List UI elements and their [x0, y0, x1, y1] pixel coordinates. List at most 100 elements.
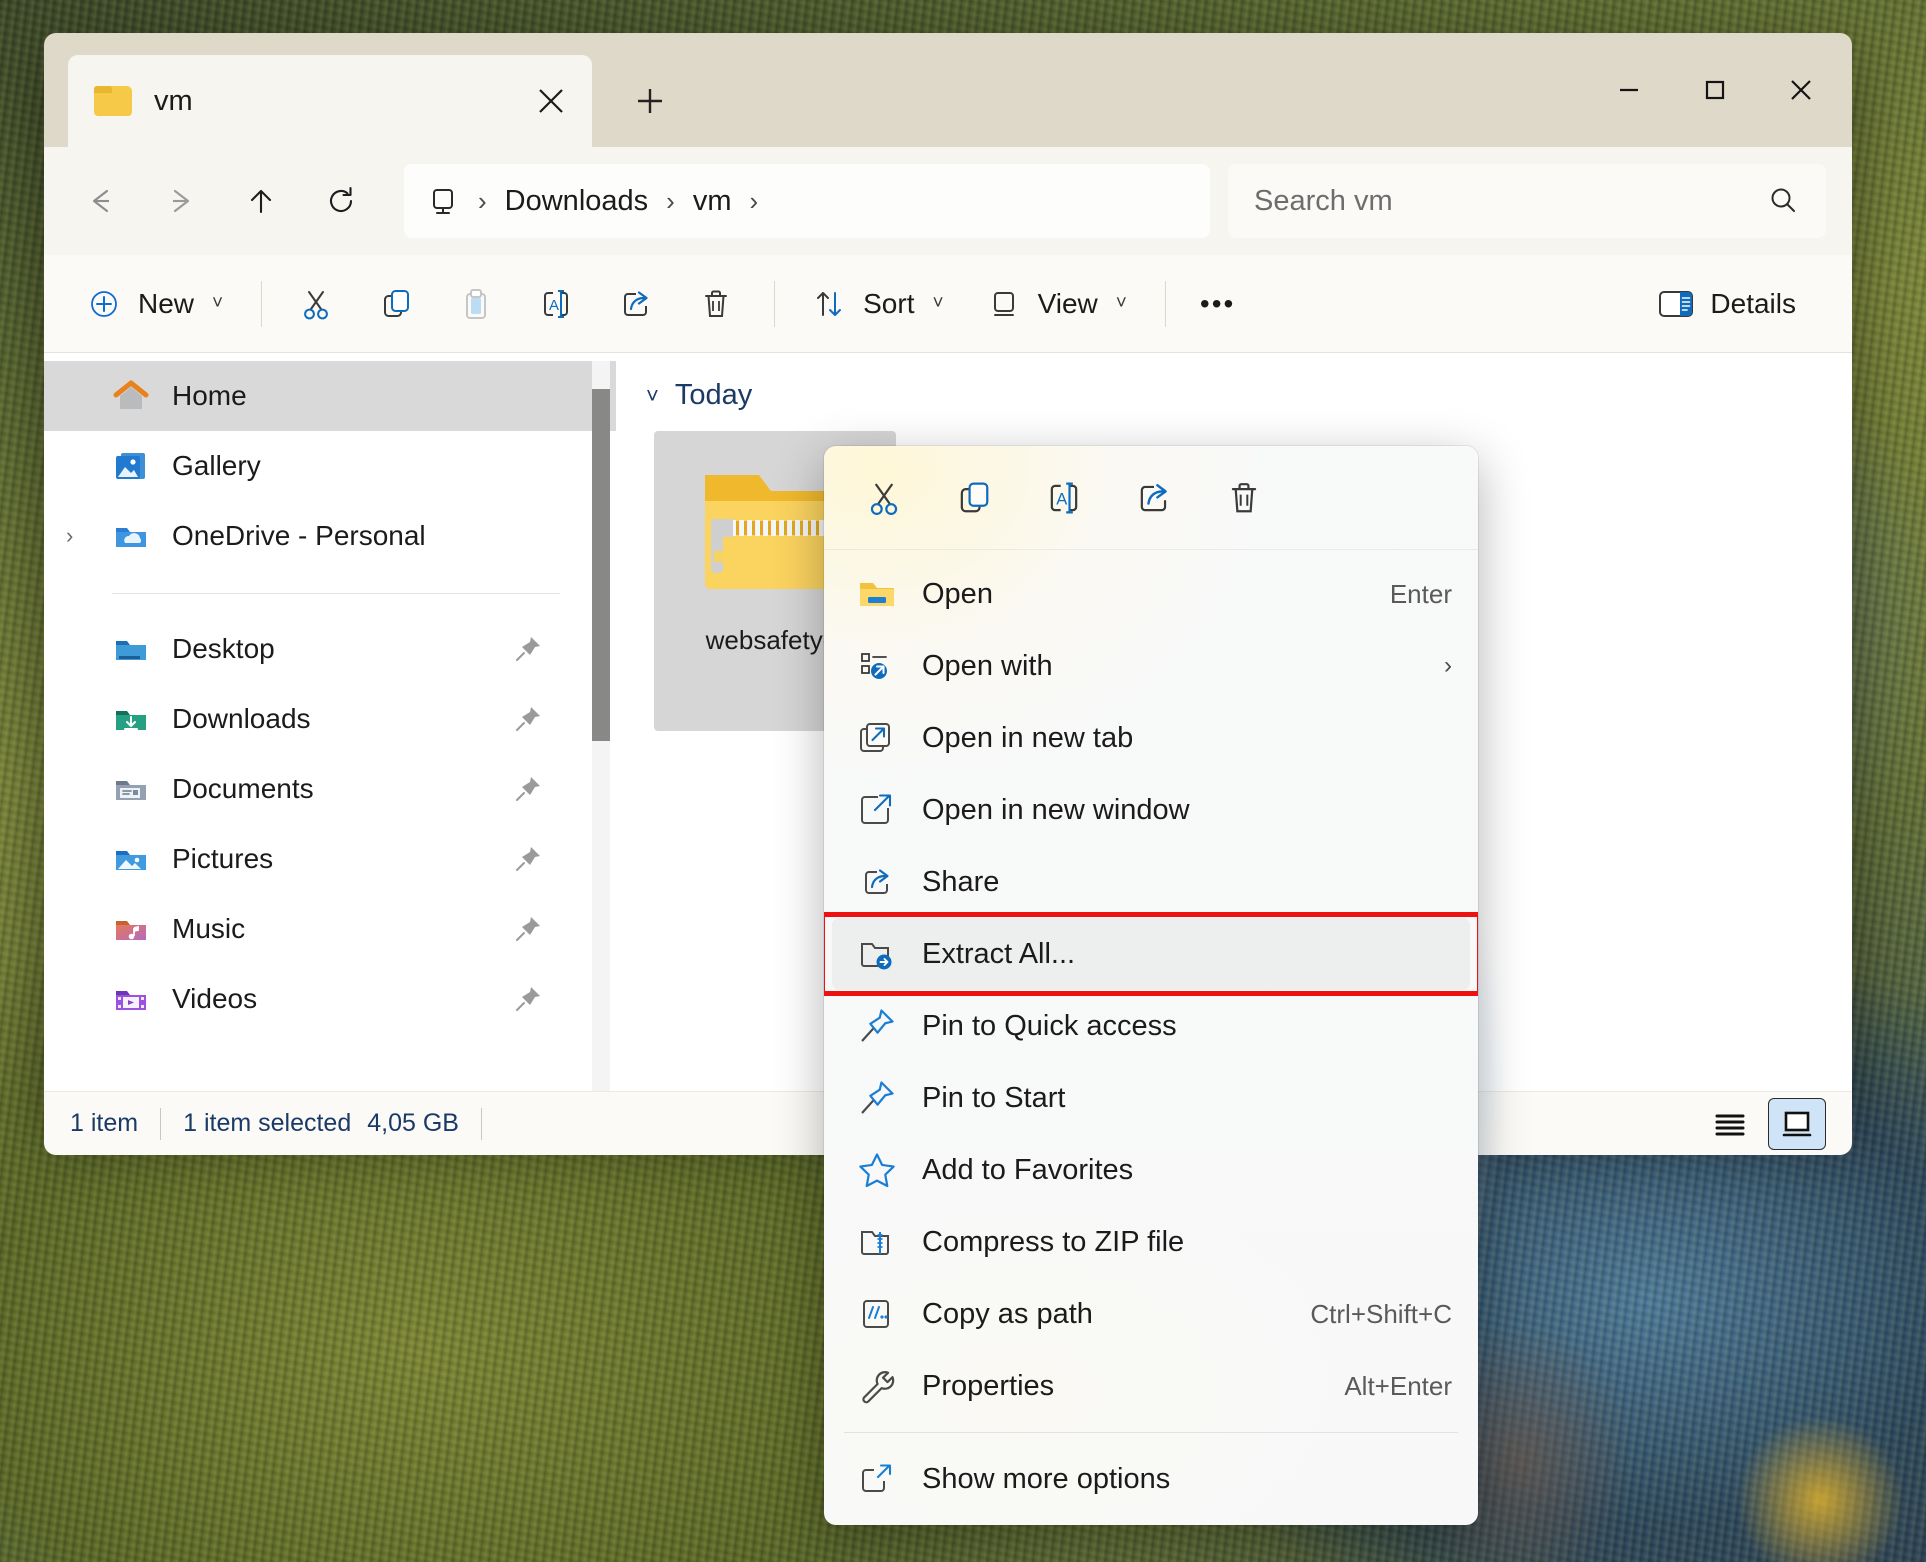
- up-button[interactable]: [230, 170, 292, 232]
- context-menu-items: Open Enter Open with › Open in new tab O…: [824, 550, 1478, 1525]
- refresh-button[interactable]: [310, 170, 372, 232]
- divider: [160, 1107, 162, 1140]
- view-button[interactable]: View ˅: [966, 273, 1145, 335]
- details-pane-button[interactable]: Details: [1638, 273, 1814, 335]
- more-options-button[interactable]: •••: [1182, 273, 1253, 335]
- sidebar-item-pictures[interactable]: Pictures: [44, 824, 616, 894]
- search-box[interactable]: Search vm: [1228, 164, 1826, 238]
- chevron-right-icon[interactable]: ›: [66, 523, 73, 549]
- sidebar-label: Videos: [172, 983, 258, 1014]
- menu-item-open-in-new-tab[interactable]: Open in new tab: [832, 702, 1470, 774]
- new-tab-icon: [854, 715, 900, 761]
- rename-button[interactable]: A: [1020, 462, 1108, 534]
- forward-button[interactable]: [150, 170, 212, 232]
- context-menu-toolbar: A: [824, 446, 1478, 550]
- menu-item-label: Share: [922, 865, 1000, 898]
- chevron-down-icon[interactable]: ˅: [646, 383, 659, 409]
- chevron-down-icon: ˅: [212, 292, 224, 314]
- details-pane-icon: [1656, 284, 1696, 324]
- sidebar-item-gallery[interactable]: Gallery: [44, 431, 616, 501]
- sidebar-item-music[interactable]: Music: [44, 894, 616, 964]
- menu-item-label: Open: [922, 577, 993, 610]
- tab-vm[interactable]: vm: [68, 55, 592, 147]
- menu-item-open-in-new-window[interactable]: Open in new window: [832, 774, 1470, 846]
- sidebar-label: Music: [172, 913, 246, 944]
- menu-item-pin-to-quick-access[interactable]: Pin to Quick access: [832, 990, 1470, 1062]
- sidebar-item-downloads[interactable]: Downloads: [44, 684, 616, 754]
- sidebar-item-onedrive[interactable]: › OneDrive - Personal: [44, 501, 616, 571]
- back-button[interactable]: [70, 170, 132, 232]
- menu-item-extract-all[interactable]: Extract All...: [832, 918, 1470, 990]
- share-button[interactable]: [598, 273, 674, 335]
- sort-button[interactable]: Sort ˅: [791, 273, 961, 335]
- sidebar-item-documents[interactable]: Documents: [44, 754, 616, 824]
- copy-button[interactable]: [930, 462, 1018, 534]
- maximize-icon[interactable]: [1672, 47, 1758, 133]
- minimize-icon[interactable]: [1586, 47, 1672, 133]
- address-bar[interactable]: › Downloads › vm ›: [404, 164, 1210, 238]
- pin-icon: [854, 1003, 900, 1049]
- pin-icon: [512, 703, 544, 735]
- share-button[interactable]: [1110, 462, 1198, 534]
- breadcrumb-separator: ›: [666, 185, 675, 216]
- home-icon: [112, 379, 150, 413]
- search-placeholder: Search vm: [1254, 184, 1393, 217]
- menu-item-share[interactable]: Share: [832, 846, 1470, 918]
- tile-view-icon[interactable]: [1768, 1097, 1826, 1150]
- sidebar-item-desktop[interactable]: Desktop: [44, 614, 616, 684]
- ellipsis-icon: •••: [1199, 287, 1236, 319]
- pin-icon: [512, 913, 544, 945]
- scissors-icon: [296, 284, 336, 324]
- sidebar-item-videos[interactable]: Videos: [44, 964, 616, 1034]
- pin-icon: [512, 773, 544, 805]
- divider: [480, 1107, 482, 1140]
- delete-button[interactable]: [1200, 462, 1288, 534]
- this-pc-icon[interactable]: [424, 182, 462, 220]
- menu-item-show-more-options[interactable]: Show more options: [832, 1443, 1470, 1515]
- menu-item-accelerator: Enter: [1389, 578, 1452, 609]
- delete-button[interactable]: [678, 273, 754, 335]
- sidebar-label: Gallery: [172, 450, 261, 481]
- menu-item-open[interactable]: Open Enter: [832, 558, 1470, 630]
- sidebar-label: Pictures: [172, 843, 274, 874]
- menu-item-compress-to-zip[interactable]: Compress to ZIP file: [832, 1206, 1470, 1278]
- pictures-folder-icon: [112, 842, 150, 876]
- new-label: New: [138, 287, 195, 319]
- breadcrumb-vm[interactable]: vm: [685, 181, 740, 222]
- menu-item-properties[interactable]: Properties Alt+Enter: [832, 1350, 1470, 1422]
- view-icon: [984, 284, 1024, 324]
- menu-item-open-with[interactable]: Open with ›: [832, 630, 1470, 702]
- rename-button[interactable]: A: [518, 273, 594, 335]
- list-view-icon[interactable]: [1702, 1099, 1758, 1149]
- menu-item-label: Open in new window: [922, 793, 1190, 826]
- folder-icon: [94, 86, 132, 116]
- cut-button[interactable]: [278, 273, 354, 335]
- divider: [774, 280, 776, 327]
- menu-item-add-to-favorites[interactable]: Add to Favorites: [832, 1134, 1470, 1206]
- pin-icon: [512, 843, 544, 875]
- new-button[interactable]: New ˅: [66, 273, 241, 335]
- group-header-today[interactable]: ˅ Today: [646, 379, 1852, 412]
- details-label: Details: [1710, 287, 1796, 319]
- star-icon: [854, 1147, 900, 1193]
- tab-label: vm: [154, 84, 193, 117]
- divider: [112, 593, 560, 594]
- chevron-down-icon: ˅: [932, 292, 944, 314]
- breadcrumb-downloads[interactable]: Downloads: [497, 181, 656, 222]
- paste-button[interactable]: [438, 273, 514, 335]
- menu-item-copy-as-path[interactable]: Copy as path Ctrl+Shift+C: [832, 1278, 1470, 1350]
- downloads-folder-icon: [112, 702, 150, 736]
- new-tab-button[interactable]: [622, 73, 678, 129]
- chevron-down-icon: ˅: [1115, 292, 1127, 314]
- menu-item-accelerator: Alt+Enter: [1344, 1370, 1452, 1401]
- sidebar-scrollbar-thumb[interactable]: [592, 389, 610, 741]
- window-close-icon[interactable]: [1758, 47, 1844, 133]
- close-icon[interactable]: [528, 78, 574, 124]
- cut-button[interactable]: [840, 462, 928, 534]
- sidebar-item-home[interactable]: Home: [44, 361, 616, 431]
- divider: [844, 1432, 1458, 1433]
- search-icon[interactable]: [1766, 184, 1800, 218]
- copy-button[interactable]: [358, 273, 434, 335]
- menu-item-pin-to-start[interactable]: Pin to Start: [832, 1062, 1470, 1134]
- breadcrumb-separator: ›: [749, 185, 759, 216]
